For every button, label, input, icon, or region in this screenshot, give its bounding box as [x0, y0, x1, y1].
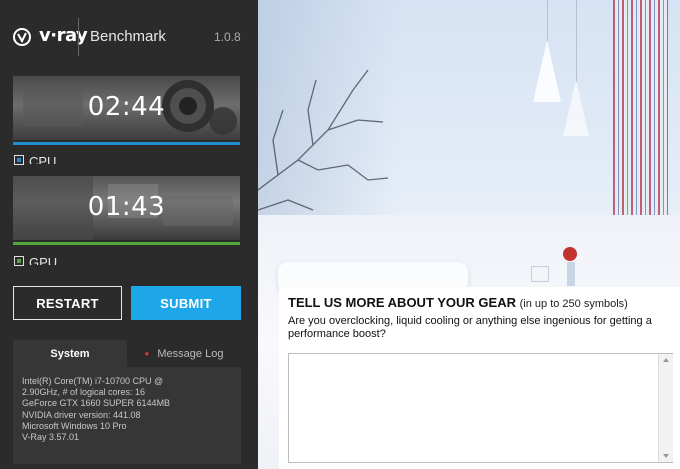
vase [567, 262, 575, 286]
version-label: 1.0.8 [214, 30, 241, 44]
gpu-time: 01:43 [87, 192, 166, 222]
gpu-checkbox-fill [17, 259, 21, 263]
cpu-checkbox[interactable] [14, 155, 24, 165]
gpu-label: GPU [29, 255, 58, 265]
header-divider [78, 18, 79, 56]
red-flower [563, 247, 577, 261]
lamp-cord [547, 0, 548, 42]
sidebar: v·ray Benchmark 1.0.8 02:44 CPU 01:43 GP… [0, 0, 258, 469]
gear-survey-panel: TELL US MORE ABOUT YOUR GEAR (in up to 2… [279, 287, 680, 469]
cpu-progress-bar [13, 142, 240, 145]
gear-textarea[interactable] [288, 353, 673, 463]
tab-message-log[interactable]: ● Message Log [127, 340, 241, 367]
pendant-lamp [533, 40, 561, 102]
tab-system-label: System [50, 347, 90, 360]
scroll-up-arrow-icon[interactable] [663, 358, 669, 362]
lamp-cord [576, 0, 577, 82]
app-title: Benchmark [90, 28, 166, 45]
cpu-result-tile: 02:44 [13, 76, 240, 140]
gpu-result-tile: 01:43 [13, 176, 240, 240]
scroll-down-arrow-icon[interactable] [663, 454, 669, 458]
submit-button[interactable]: SUBMIT [131, 286, 241, 320]
gear-question: Are you overclocking, liquid cooling or … [288, 315, 652, 340]
logo-text: v·ray [39, 25, 88, 46]
vray-logo: v·ray [12, 24, 88, 50]
gear-title: TELL US MORE ABOUT YOUR GEAR (in up to 2… [288, 295, 628, 310]
textarea-scrollbar[interactable] [658, 354, 673, 462]
app-header: v·ray Benchmark 1.0.8 [0, 0, 258, 72]
cpu-checkbox-fill [17, 158, 21, 162]
info-panel: System ● Message Log Intel(R) Core(TM) i… [13, 340, 241, 464]
gear-title-text: TELL US MORE ABOUT YOUR GEAR [288, 295, 516, 310]
tab-message-log-label: Message Log [157, 347, 224, 360]
vray-logo-icon [13, 28, 31, 46]
pendant-lamp [563, 80, 589, 136]
cpu-time: 02:44 [87, 92, 166, 122]
wall-outlet [531, 266, 549, 282]
restart-button[interactable]: RESTART [13, 286, 122, 320]
system-info-text: Intel(R) Core(TM) i7-10700 CPU @ 2.90GHz… [22, 376, 171, 443]
alert-dot-icon: ● [144, 349, 150, 358]
tab-system[interactable]: System [13, 340, 127, 367]
gpu-checkbox[interactable] [14, 256, 24, 266]
gear-limit-text: (in up to 250 symbols) [519, 298, 628, 310]
cpu-label: CPU [29, 154, 57, 164]
gpu-progress-bar [13, 242, 240, 245]
